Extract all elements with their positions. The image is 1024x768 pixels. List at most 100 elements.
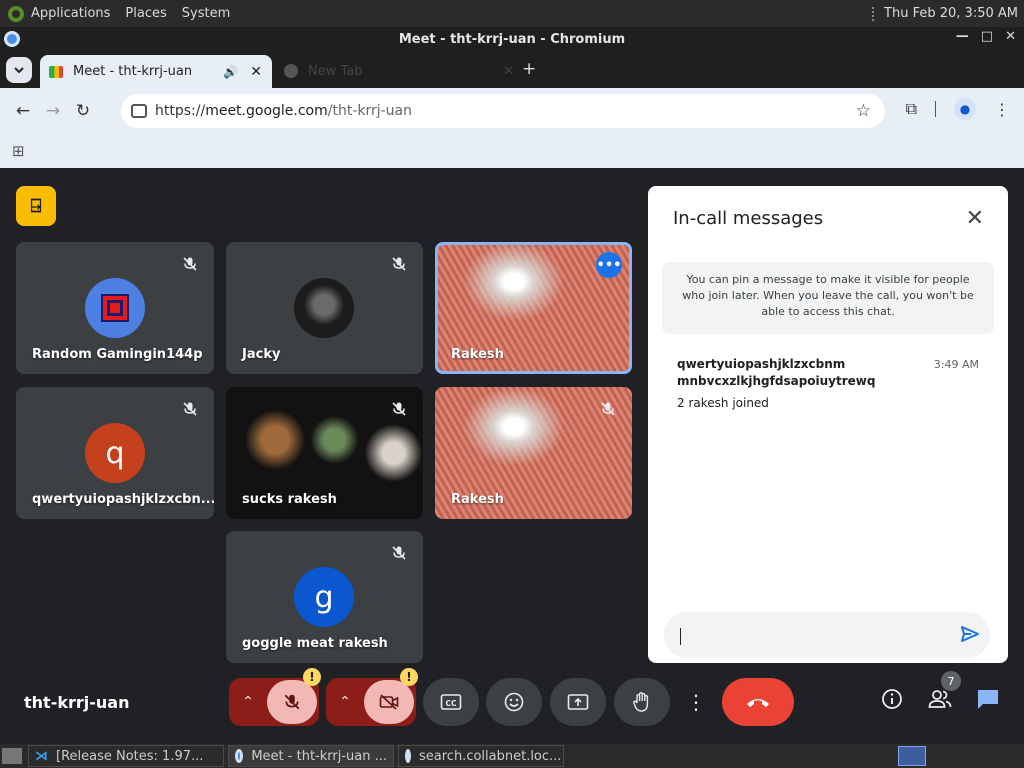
emoji-icon bbox=[504, 692, 524, 712]
browser-toolbar: ← → ↻ https://meet.google.com/tht-krrj-u… bbox=[0, 88, 1024, 134]
meeting-code: tht-krrj-uan bbox=[24, 693, 130, 712]
avatar bbox=[294, 278, 354, 338]
window-titlebar: Meet - tht-krrj-uan - Chromium — □ ✕ bbox=[0, 27, 1024, 51]
url-host: meet.google.com bbox=[205, 103, 328, 119]
bookmark-star-icon[interactable]: ☆ bbox=[856, 101, 871, 121]
avatar: q bbox=[85, 423, 145, 483]
present-screen-button[interactable] bbox=[550, 678, 606, 726]
in-call-messages-panel: In-call messages ✕ You can pin a message… bbox=[648, 186, 1008, 663]
menu-places[interactable]: Places bbox=[125, 6, 166, 21]
chromium-icon bbox=[405, 749, 411, 763]
hand-icon bbox=[633, 692, 649, 712]
leave-call-button[interactable] bbox=[722, 678, 794, 726]
tab-search-button[interactable] bbox=[6, 57, 32, 83]
mic-off-icon bbox=[392, 402, 406, 416]
participant-tile[interactable]: g goggle meat rakesh bbox=[226, 531, 423, 663]
mic-off-icon bbox=[183, 402, 197, 416]
participant-name: sucks rakesh bbox=[242, 492, 337, 507]
participant-name: Rakesh bbox=[451, 347, 504, 362]
close-panel-icon[interactable]: ✕ bbox=[966, 206, 984, 231]
taskbar-item-label: Meet - tht-krrj-uan ... bbox=[251, 748, 387, 764]
people-icon bbox=[928, 690, 952, 708]
site-info-icon[interactable] bbox=[131, 104, 147, 118]
chat-input[interactable] bbox=[664, 612, 990, 658]
minimize-button[interactable]: — bbox=[956, 29, 969, 44]
meeting-details-button[interactable] bbox=[878, 685, 906, 713]
message-time: 3:49 AM bbox=[933, 358, 979, 371]
gaming-logo-icon bbox=[101, 294, 129, 322]
mic-off-icon bbox=[392, 257, 406, 271]
participant-name: goggle meat rakesh bbox=[242, 636, 388, 651]
profile-icon[interactable]: ● bbox=[954, 98, 976, 120]
bottom-taskbar: ⋊ [Release Notes: 1.97... Meet - tht-krr… bbox=[0, 744, 1024, 768]
mic-warning-badge: ! bbox=[303, 668, 321, 686]
workspace-switcher[interactable] bbox=[898, 746, 926, 766]
clock[interactable]: Thu Feb 20, 3:50 AM bbox=[884, 6, 1018, 21]
participant-tile-video[interactable]: sucks rakesh bbox=[226, 387, 423, 519]
menu-applications[interactable]: Applications bbox=[31, 6, 110, 21]
window-title: Meet - tht-krrj-uan - Chromium bbox=[398, 31, 626, 47]
send-icon[interactable] bbox=[960, 624, 980, 644]
pin-info-banner: You can pin a message to make it visible… bbox=[662, 262, 994, 334]
participant-name: Rakesh bbox=[451, 492, 504, 507]
raise-hand-button[interactable] bbox=[614, 678, 670, 726]
info-icon bbox=[882, 689, 902, 709]
close-window-button[interactable]: ✕ bbox=[1005, 29, 1016, 44]
participants-count-badge: 7 bbox=[941, 671, 961, 691]
kebab-menu-icon[interactable]: ⋮ bbox=[994, 100, 1010, 119]
participant-tile-video[interactable]: ••• Rakesh bbox=[435, 242, 632, 374]
meeting-info-door-icon[interactable]: ⍈ bbox=[16, 186, 56, 226]
tab-new-tab[interactable]: New Tab ✕ bbox=[284, 60, 514, 82]
apps-grid-icon[interactable]: ⊞ bbox=[12, 142, 25, 160]
back-icon[interactable]: ← bbox=[8, 101, 38, 121]
close-tab-icon[interactable]: ✕ bbox=[503, 64, 514, 79]
reload-icon[interactable]: ↻ bbox=[68, 101, 98, 121]
tab-meet[interactable]: Meet - tht-krrj-uan 🔊 ✕ bbox=[40, 55, 272, 88]
maximize-button[interactable]: □ bbox=[981, 29, 993, 44]
chevron-down-icon bbox=[14, 67, 24, 74]
mic-off-icon bbox=[183, 257, 197, 271]
more-vert-icon: ⋮ bbox=[686, 690, 706, 714]
camera-off-icon bbox=[379, 694, 399, 710]
participant-tile[interactable]: Jacky bbox=[226, 242, 423, 374]
participant-tile-video[interactable]: Rakesh bbox=[435, 387, 632, 519]
more-options-button[interactable]: ⋮ bbox=[684, 678, 708, 726]
mic-off-icon bbox=[392, 546, 406, 560]
forward-icon[interactable]: → bbox=[38, 101, 68, 121]
speaker-icon[interactable]: 🔊 bbox=[223, 65, 238, 79]
avatar-initial: q bbox=[105, 435, 125, 471]
taskbar-item-release-notes[interactable]: ⋊ [Release Notes: 1.97... bbox=[28, 745, 224, 767]
camera-control: ⌃ ! bbox=[326, 668, 418, 726]
captions-button[interactable]: CC bbox=[423, 678, 479, 726]
taskbar-item-label: [Release Notes: 1.97... bbox=[56, 748, 204, 764]
avatar: g bbox=[294, 567, 354, 627]
tab-meet-label: Meet - tht-krrj-uan bbox=[73, 64, 193, 79]
mic-toggle-button[interactable]: ! bbox=[267, 668, 321, 724]
url-path: /tht-krrj-uan bbox=[327, 103, 413, 119]
message-text: 2 rakesh joined bbox=[677, 396, 769, 410]
participant-tile[interactable]: q qwertyuiopashjklzxcbn... bbox=[16, 387, 214, 519]
extensions-icon[interactable]: ⧉ bbox=[906, 99, 917, 119]
bookmarks-bar: ⊞ bbox=[0, 134, 1024, 168]
more-options-icon[interactable]: ••• bbox=[596, 252, 622, 278]
participant-tile[interactable]: Random Gamingin144p bbox=[16, 242, 214, 374]
close-tab-icon[interactable]: ✕ bbox=[250, 64, 262, 80]
closed-captions-icon: CC bbox=[440, 694, 462, 710]
top-panel: Applications Places System Thu Feb 20, 3… bbox=[0, 0, 1024, 27]
camera-options-chevron-icon[interactable]: ⌃ bbox=[326, 694, 364, 710]
taskbar-item-label: search.collabnet.loc... bbox=[419, 748, 562, 764]
show-desktop-icon[interactable] bbox=[2, 748, 22, 764]
reactions-button[interactable] bbox=[486, 678, 542, 726]
chat-button[interactable] bbox=[974, 685, 1002, 713]
menu-system[interactable]: System bbox=[182, 6, 230, 21]
taskbar-item-search[interactable]: search.collabnet.loc... bbox=[398, 745, 564, 767]
taskbar-item-meet[interactable]: Meet - tht-krrj-uan ... bbox=[228, 745, 394, 767]
mic-options-chevron-icon[interactable]: ⌃ bbox=[229, 694, 267, 710]
chromium-icon bbox=[4, 31, 20, 47]
new-tab-button[interactable]: + bbox=[522, 59, 536, 79]
address-bar[interactable]: https://meet.google.com/tht-krrj-uan ☆ bbox=[121, 94, 885, 128]
tab-strip: Meet - tht-krrj-uan 🔊 ✕ New Tab ✕ + bbox=[0, 51, 1024, 88]
camera-toggle-button[interactable]: ! bbox=[364, 668, 418, 724]
gnome-logo-icon[interactable] bbox=[7, 5, 25, 23]
chat-icon bbox=[978, 690, 998, 709]
